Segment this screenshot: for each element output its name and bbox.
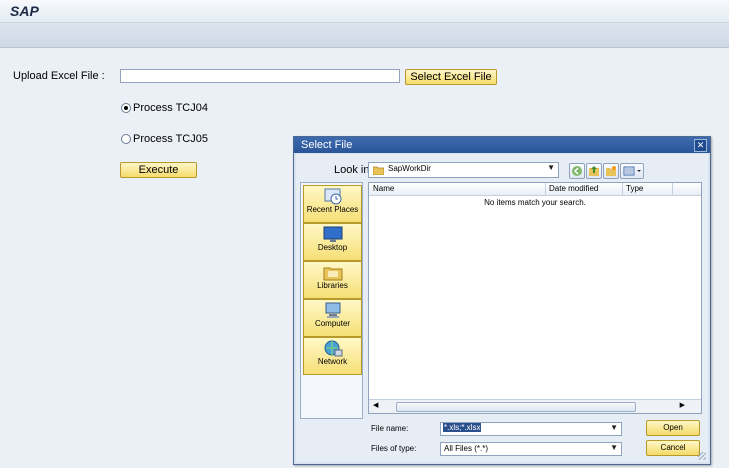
look-in-value: SapWorkDir	[388, 164, 431, 173]
network-icon	[324, 340, 342, 357]
place-label: Computer	[314, 319, 351, 328]
radio-checked-icon[interactable]	[121, 103, 131, 113]
computer-icon	[325, 302, 340, 318]
radio-label-tcj05: Process TCJ05	[133, 133, 208, 145]
file-name-label: File name:	[371, 424, 409, 433]
empty-message: No items match your search.	[484, 198, 586, 207]
close-icon[interactable]: ✕	[694, 139, 707, 152]
view-menu-icon[interactable]	[620, 163, 644, 179]
place-label: Recent Places	[306, 205, 359, 214]
place-computer[interactable]: Computer	[303, 299, 362, 337]
place-network[interactable]: Network	[303, 337, 362, 375]
radio-process-tcj04[interactable]: Process TCJ04	[121, 102, 208, 114]
open-button[interactable]: Open	[646, 420, 700, 436]
horizontal-scrollbar[interactable]: ◀ ▶	[369, 399, 701, 413]
scroll-right-icon[interactable]: ▶	[680, 401, 685, 409]
select-excel-file-button[interactable]: Select Excel File	[405, 69, 497, 85]
select-file-dialog: Select File ✕ Look in: SapWorkDir ▼ Rece…	[293, 136, 711, 465]
recent-places-icon	[324, 188, 341, 205]
place-label: Desktop	[317, 243, 348, 252]
upload-file-input[interactable]	[120, 69, 400, 83]
place-recent-places[interactable]: Recent Places	[303, 185, 362, 223]
look-in-dropdown[interactable]: SapWorkDir ▼	[368, 162, 559, 178]
chevron-down-icon[interactable]: ▼	[610, 423, 618, 432]
execute-button[interactable]: Execute	[120, 162, 197, 178]
radio-process-tcj05[interactable]: Process TCJ05	[121, 133, 208, 145]
column-name[interactable]: Name	[373, 184, 394, 193]
place-label: Libraries	[317, 281, 348, 290]
file-list[interactable]: Name Date modified Type No items match y…	[368, 182, 702, 414]
place-libraries[interactable]: Libraries	[303, 261, 362, 299]
desktop-icon	[323, 226, 342, 242]
dialog-titlebar[interactable]: Select File ✕	[294, 137, 710, 153]
chevron-down-icon[interactable]: ▼	[547, 163, 555, 172]
file-list-header: Name Date modified Type	[369, 183, 701, 196]
upload-label: Upload Excel File :	[13, 70, 105, 82]
dialog-title: Select File	[301, 139, 353, 151]
cancel-button[interactable]: Cancel	[646, 440, 700, 456]
place-label: Network	[317, 357, 348, 366]
up-folder-icon[interactable]	[586, 163, 602, 179]
files-of-type-dropdown[interactable]: All Files (*.*) ▼	[440, 442, 622, 456]
app-header: SAP	[0, 0, 729, 23]
new-folder-icon[interactable]	[603, 163, 619, 179]
place-desktop[interactable]: Desktop	[303, 223, 362, 261]
radio-unchecked-icon[interactable]	[121, 134, 131, 144]
files-of-type-value: All Files (*.*)	[444, 444, 489, 453]
back-icon[interactable]	[569, 163, 585, 179]
places-bar: Recent Places Desktop Libraries Computer…	[300, 182, 363, 419]
chevron-down-icon[interactable]: ▼	[610, 443, 618, 452]
dialog-body: Look in: SapWorkDir ▼ Recent Places Desk…	[296, 154, 708, 462]
libraries-icon	[323, 267, 342, 281]
radio-label-tcj04: Process TCJ04	[133, 102, 208, 114]
files-of-type-label: Files of type:	[371, 444, 417, 453]
scrollbar-thumb[interactable]	[396, 402, 636, 412]
column-type[interactable]: Type	[626, 184, 643, 193]
app-title: SAP	[10, 3, 39, 19]
scroll-left-icon[interactable]: ◀	[373, 401, 378, 409]
file-name-value: *.xls;*.xlsx	[443, 423, 482, 432]
resize-grip-icon[interactable]	[698, 452, 706, 460]
look-in-label: Look in:	[334, 164, 373, 176]
folder-icon	[373, 166, 384, 175]
app-toolbar	[0, 23, 729, 48]
column-date-modified[interactable]: Date modified	[549, 184, 598, 193]
file-name-input[interactable]: *.xls;*.xlsx ▼	[440, 422, 622, 436]
